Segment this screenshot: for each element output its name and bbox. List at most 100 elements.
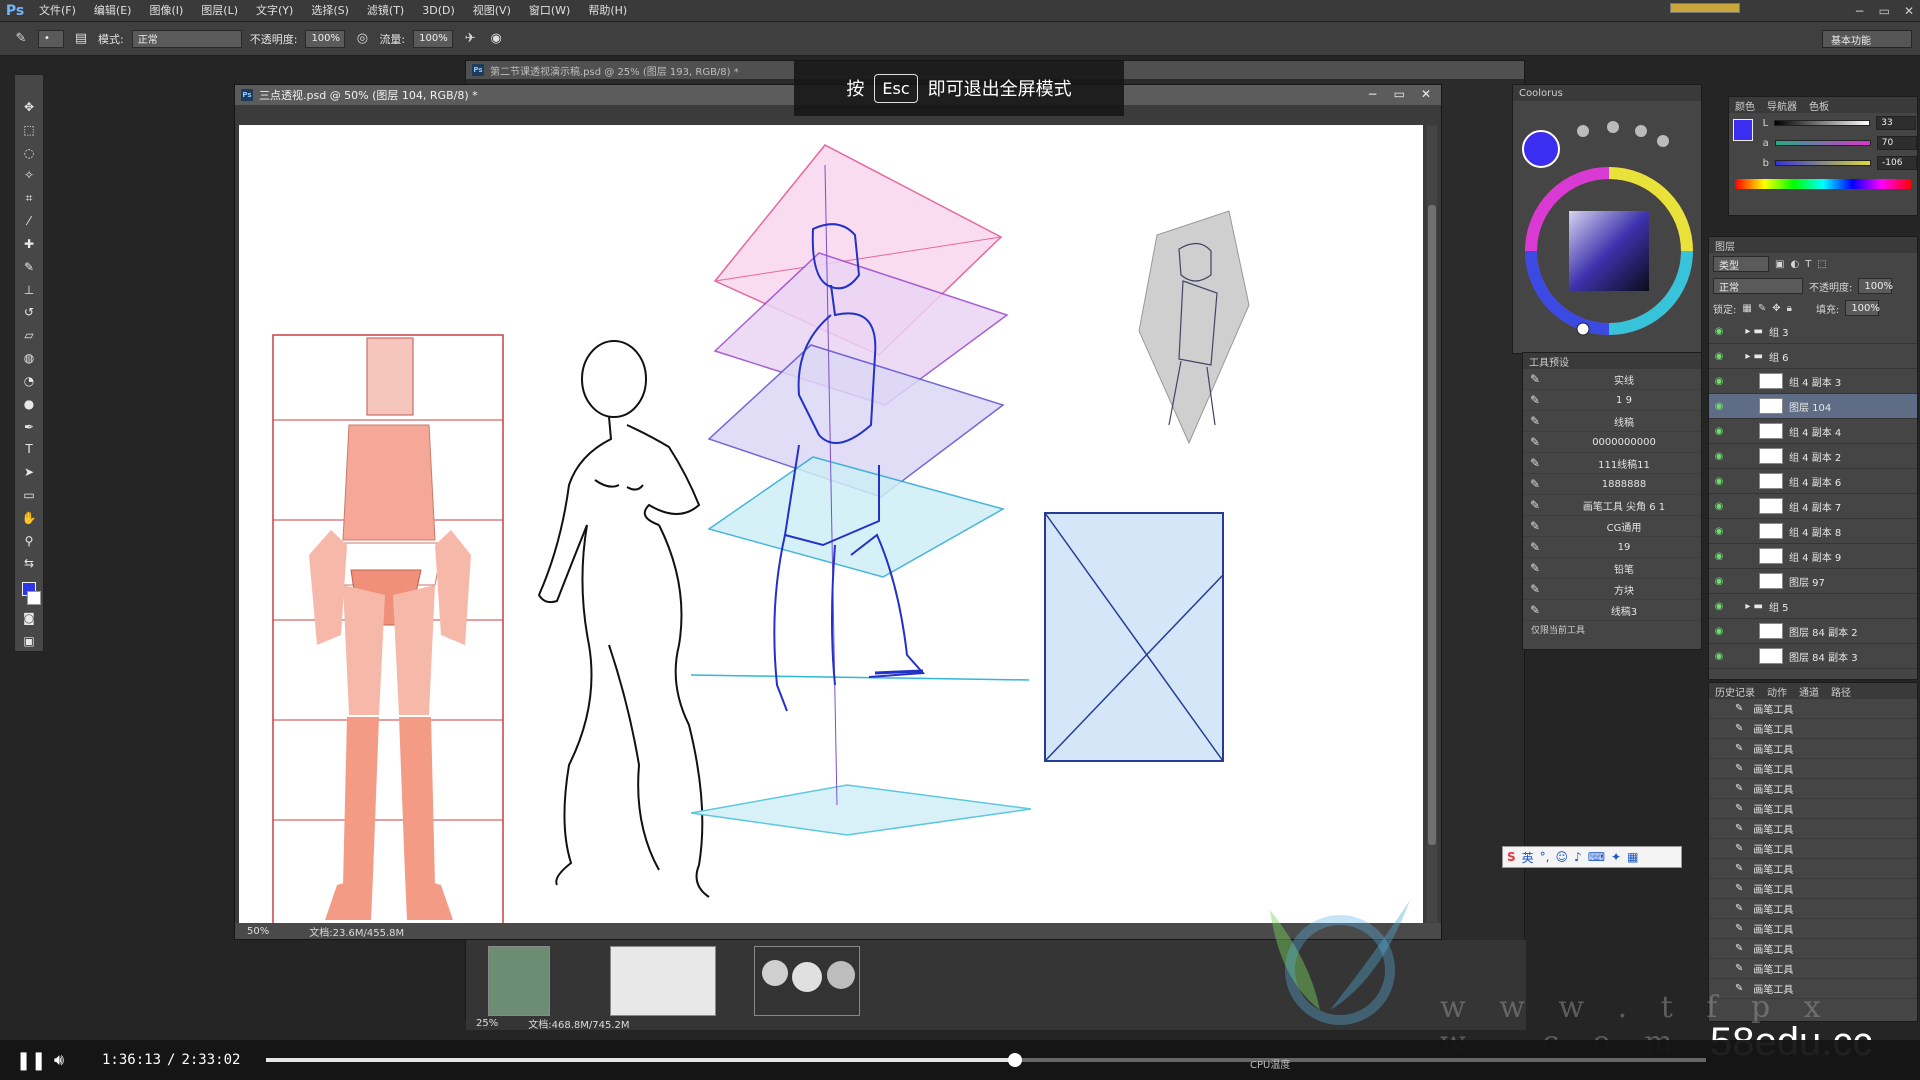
lock-pixels-icon[interactable]: ▦: [1742, 303, 1751, 314]
history-state[interactable]: ✎ 画笔工具: [1709, 939, 1917, 959]
path-selection-tool-icon[interactable]: ➤: [18, 462, 40, 482]
preset-item[interactable]: ✎ 19: [1523, 537, 1701, 558]
color-ramp[interactable]: [1735, 179, 1911, 189]
layer-row[interactable]: ◉ ▸ ▬ 组 3: [1709, 319, 1917, 344]
blur-tool-icon[interactable]: ◔: [18, 371, 40, 391]
tab-history[interactable]: 历史记录: [1715, 684, 1755, 699]
pressure-size-icon[interactable]: ◉: [487, 30, 505, 48]
menu-item-10[interactable]: 帮助(H): [579, 0, 636, 22]
ime-skin-icon[interactable]: ✦: [1611, 850, 1621, 864]
menu-item-7[interactable]: 3D(D): [413, 0, 464, 22]
visibility-eye-icon[interactable]: ◉: [1709, 326, 1729, 337]
ime-keyboard-icon[interactable]: ⌨: [1588, 850, 1605, 864]
slider-value-a[interactable]: 70: [1876, 136, 1917, 150]
doc-close-button[interactable]: ✕: [1421, 87, 1431, 101]
ime-language-toggle[interactable]: 英: [1522, 849, 1534, 866]
eyedropper-tool-icon[interactable]: ⁄: [18, 211, 40, 231]
filter-adjust-icon[interactable]: ◐: [1790, 259, 1799, 270]
move-tool-icon[interactable]: ✥: [18, 97, 40, 117]
menu-item-1[interactable]: 编辑(E): [85, 0, 141, 22]
visibility-eye-icon[interactable]: ◉: [1709, 476, 1729, 487]
menu-item-0[interactable]: 文件(F): [30, 0, 85, 22]
visibility-eye-icon[interactable]: ◉: [1709, 576, 1729, 587]
filter-shape-icon[interactable]: ⬚: [1817, 259, 1826, 270]
doc-minimize-button[interactable]: −: [1368, 87, 1378, 101]
zoom-tool-icon[interactable]: ⚲: [18, 531, 40, 551]
scrollbar-thumb[interactable]: [1428, 205, 1436, 845]
background-color-swatch[interactable]: [27, 591, 41, 606]
visibility-eye-icon[interactable]: ◉: [1709, 376, 1729, 387]
filter-type-icon[interactable]: T: [1805, 259, 1811, 270]
history-state[interactable]: ✎ 画笔工具: [1709, 879, 1917, 899]
layer-row[interactable]: ◉ ▸ ▬ 组 6: [1709, 344, 1917, 369]
brush-tool-icon[interactable]: ✎: [12, 30, 30, 48]
layer-row[interactable]: ◉ 图层 84 副本 2: [1709, 619, 1917, 644]
lock-move-icon[interactable]: ✥: [1772, 303, 1780, 314]
menu-item-9[interactable]: 窗口(W): [520, 0, 579, 22]
thumbnail-zoom[interactable]: 25%: [476, 1018, 498, 1029]
pen-tool-icon[interactable]: ✒: [18, 417, 40, 437]
visibility-eye-icon[interactable]: ◉: [1709, 651, 1729, 662]
doc-maximize-button[interactable]: ▭: [1394, 87, 1405, 101]
eraser-tool-icon[interactable]: ▱: [18, 325, 40, 345]
tab-color[interactable]: 颜色: [1735, 98, 1755, 113]
menu-item-2[interactable]: 图像(I): [140, 0, 192, 22]
tab-swatches[interactable]: 色板: [1809, 98, 1829, 113]
color-wheel[interactable]: [1513, 101, 1701, 351]
stamp-tool-icon[interactable]: ⊥: [18, 280, 40, 300]
dodge-tool-icon[interactable]: ●: [18, 394, 40, 414]
history-state[interactable]: ✎ 画笔工具: [1709, 919, 1917, 939]
layer-row[interactable]: ◉ 图层 104: [1709, 394, 1917, 419]
ime-toolbar[interactable]: S 英 °, ☺ ♪ ⌨ ✦ ▦: [1502, 846, 1682, 868]
history-state[interactable]: ✎ 画笔工具: [1709, 839, 1917, 859]
tab-navigator[interactable]: 导航器: [1767, 98, 1797, 113]
folder-icon[interactable]: ▸ ▬: [1729, 351, 1769, 362]
mode-select[interactable]: 正常: [131, 29, 242, 48]
color-panel-swatch[interactable]: [1733, 119, 1753, 141]
brush-size-picker[interactable]: •: [38, 29, 64, 48]
menu-item-3[interactable]: 图层(L): [192, 0, 247, 22]
layer-row[interactable]: ◉ 组 4 副本 7: [1709, 494, 1917, 519]
tab-channels[interactable]: 通道: [1799, 684, 1819, 699]
history-state[interactable]: ✎ 画笔工具: [1709, 759, 1917, 779]
preset-item[interactable]: ✎ 线稿3: [1523, 600, 1701, 621]
zoom-level[interactable]: 50%: [247, 926, 269, 937]
preset-item[interactable]: ✎ 铅笔: [1523, 558, 1701, 579]
slider-b[interactable]: [1775, 160, 1871, 166]
seek-bar[interactable]: [266, 1053, 1706, 1067]
pressure-opacity-icon[interactable]: ◎: [353, 30, 371, 48]
crop-tool-icon[interactable]: ⌗: [18, 188, 40, 208]
type-tool-icon[interactable]: T: [18, 439, 40, 459]
opacity-field[interactable]: 100%: [305, 29, 346, 48]
tab-actions[interactable]: 动作: [1767, 684, 1787, 699]
thumbnail-spheres[interactable]: [754, 946, 860, 1016]
visibility-eye-icon[interactable]: ◉: [1709, 501, 1729, 512]
shape-tool-icon[interactable]: ▭: [18, 485, 40, 505]
menu-item-8[interactable]: 视图(V): [464, 0, 520, 22]
slider-value-l[interactable]: 33: [1876, 116, 1917, 130]
volume-icon[interactable]: 🔊︎: [54, 1050, 80, 1070]
history-brush-tool-icon[interactable]: ↺: [18, 302, 40, 322]
coolorus-title[interactable]: Coolorus: [1519, 88, 1563, 99]
close-button[interactable]: ✕: [1904, 4, 1914, 18]
folder-icon[interactable]: ▸ ▬: [1729, 601, 1769, 612]
preset-item[interactable]: ✎ 1888888: [1523, 474, 1701, 495]
slider-value-b[interactable]: -106: [1877, 156, 1917, 170]
fill-field[interactable]: 100%: [1845, 300, 1880, 316]
marquee-tool-icon[interactable]: ⬚: [18, 120, 40, 140]
thumbnail-figure[interactable]: [488, 946, 550, 1016]
slider-l[interactable]: [1774, 120, 1871, 126]
preset-item[interactable]: ✎ 1 9: [1523, 390, 1701, 411]
layers-title[interactable]: 图层: [1715, 238, 1735, 253]
brush-panel-toggle-icon[interactable]: ▤: [72, 30, 90, 48]
history-state[interactable]: ✎ 画笔工具: [1709, 899, 1917, 919]
ime-toolbox-icon[interactable]: ▦: [1627, 850, 1638, 864]
layer-row[interactable]: ◉ 组 4 副本 4: [1709, 419, 1917, 444]
visibility-eye-icon[interactable]: ◉: [1709, 401, 1729, 412]
ime-emoji-icon[interactable]: ☺: [1556, 850, 1569, 864]
blend-mode-select[interactable]: 正常: [1713, 278, 1803, 294]
pause-button[interactable]: ❚❚: [16, 1050, 46, 1071]
layer-row[interactable]: ◉ 组 4 副本 9: [1709, 544, 1917, 569]
history-state[interactable]: ✎ 画笔工具: [1709, 739, 1917, 759]
history-state[interactable]: ✎ 画笔工具: [1709, 959, 1917, 979]
